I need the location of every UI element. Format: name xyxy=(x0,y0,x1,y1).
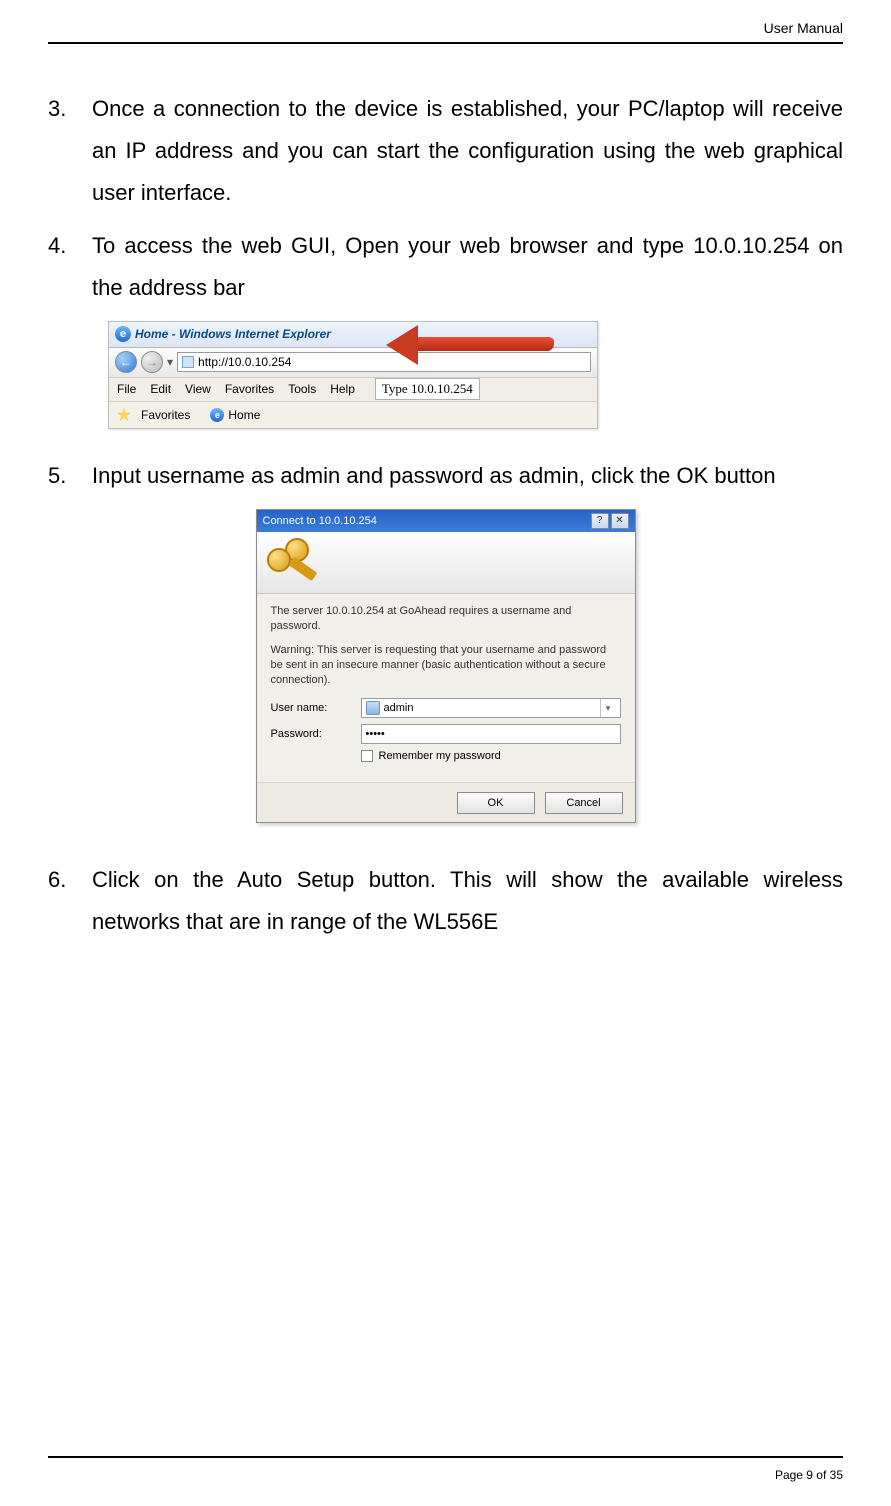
ie-favorites-bar: Favorites e Home xyxy=(109,402,597,428)
ok-button[interactable]: OK xyxy=(457,792,535,814)
ie-screenshot: e Home - Windows Internet Explorer ← → ▾… xyxy=(108,321,598,429)
type-callout: Type 10.0.10.254 xyxy=(375,378,480,400)
step-5-num: 5. xyxy=(48,455,66,497)
username-label: User name: xyxy=(271,702,361,714)
header-label: User Manual xyxy=(764,20,843,36)
step-3-num: 3. xyxy=(48,88,66,130)
back-button[interactable]: ← xyxy=(115,351,137,373)
remember-checkbox[interactable] xyxy=(361,750,373,762)
forward-button[interactable]: → xyxy=(141,351,163,373)
step-5: 5. Input username as admin and password … xyxy=(48,455,843,497)
menu-help[interactable]: Help xyxy=(330,382,355,396)
dialog-title-text: Connect to 10.0.10.254 xyxy=(263,515,377,527)
close-button[interactable]: ✕ xyxy=(611,513,629,529)
cancel-button[interactable]: Cancel xyxy=(545,792,623,814)
step-4-text: To access the web GUI, Open your web bro… xyxy=(92,233,843,300)
address-bar[interactable]: http://10.0.10.254 xyxy=(177,352,591,372)
tab-ie-icon: e xyxy=(210,408,224,422)
menu-favorites[interactable]: Favorites xyxy=(225,382,274,396)
footer-label: Page 9 of 35 xyxy=(775,1468,843,1482)
password-value: ••••• xyxy=(366,728,385,740)
favorites-label[interactable]: Favorites xyxy=(141,408,190,422)
help-button[interactable]: ? xyxy=(591,513,609,529)
dialog-body: The server 10.0.10.254 at GoAhead requir… xyxy=(257,594,635,782)
step-4-num: 4. xyxy=(48,225,66,267)
ie-nav-bar: ← → ▾ http://10.0.10.254 xyxy=(109,348,597,378)
dialog-banner xyxy=(257,532,635,594)
menu-edit[interactable]: Edit xyxy=(150,382,171,396)
login-dialog: Connect to 10.0.10.254 ? ✕ The server 10… xyxy=(256,509,636,823)
dialog-message-2: Warning: This server is requesting that … xyxy=(271,643,621,688)
footer-rule xyxy=(48,1456,843,1458)
dialog-buttons: OK Cancel xyxy=(257,782,635,822)
password-input[interactable]: ••••• xyxy=(361,724,621,744)
step-6-text: Click on the Auto Setup button. This wil… xyxy=(92,867,843,934)
step-3-text: Once a connection to the device is estab… xyxy=(92,96,843,205)
menu-view[interactable]: View xyxy=(185,382,211,396)
step-4: 4. To access the web GUI, Open your web … xyxy=(48,225,843,309)
dropdown-icon[interactable]: ▾ xyxy=(167,355,173,369)
step-6-num: 6. xyxy=(48,859,66,901)
keys-icon xyxy=(267,538,319,586)
step-6: 6. Click on the Auto Setup button. This … xyxy=(48,859,843,943)
page-icon xyxy=(182,356,194,368)
person-icon xyxy=(366,701,380,715)
menu-file[interactable]: File xyxy=(117,382,136,396)
page-content: 3. Once a connection to the device is es… xyxy=(48,88,843,1446)
ie-title-text: Home - Windows Internet Explorer xyxy=(135,327,331,341)
step-5-text: Input username as admin and password as … xyxy=(92,463,776,488)
dialog-message-1: The server 10.0.10.254 at GoAhead requir… xyxy=(271,604,621,634)
ie-menubar: File Edit View Favorites Tools Help Type… xyxy=(109,378,597,402)
username-dropdown-icon[interactable]: ▾ xyxy=(600,699,616,717)
header-rule xyxy=(48,42,843,44)
username-value: admin xyxy=(384,702,414,714)
ie-logo-icon: e xyxy=(115,326,131,342)
username-input[interactable]: admin ▾ xyxy=(361,698,621,718)
url-text: http://10.0.10.254 xyxy=(198,355,291,369)
tab-home-label[interactable]: Home xyxy=(228,408,260,422)
dialog-titlebar: Connect to 10.0.10.254 ? ✕ xyxy=(257,510,635,532)
ie-titlebar: e Home - Windows Internet Explorer xyxy=(109,322,597,348)
menu-tools[interactable]: Tools xyxy=(288,382,316,396)
step-3: 3. Once a connection to the device is es… xyxy=(48,88,843,213)
star-icon xyxy=(117,408,131,422)
remember-label: Remember my password xyxy=(379,750,501,762)
password-label: Password: xyxy=(271,728,361,740)
